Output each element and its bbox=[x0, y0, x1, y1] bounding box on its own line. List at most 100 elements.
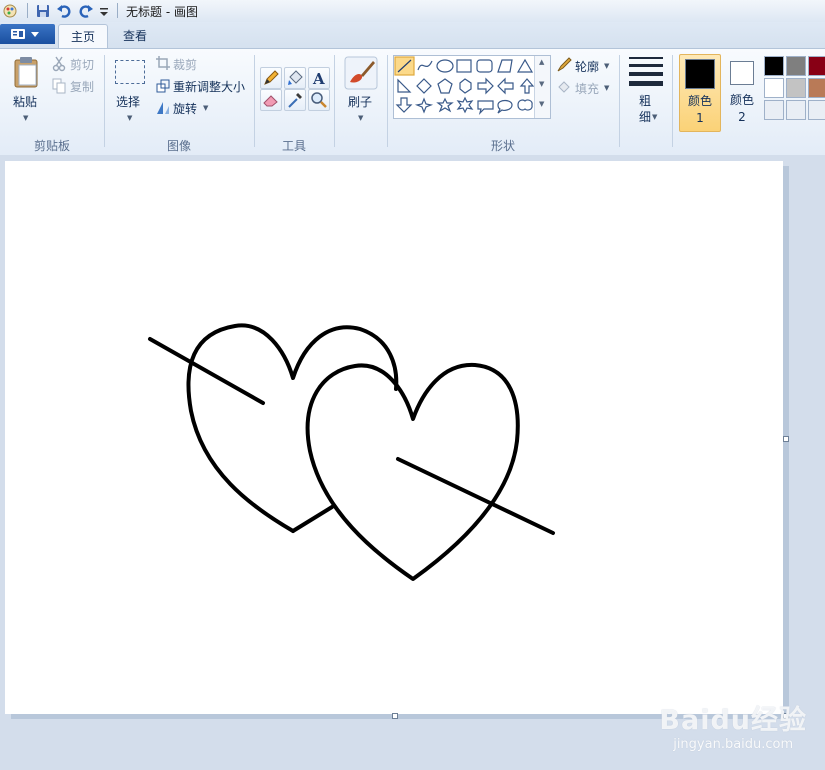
color2-button[interactable]: 颜色 2 bbox=[722, 54, 762, 130]
color1-label: 颜色 1 bbox=[687, 94, 712, 125]
rotate-label: 旋转 bbox=[173, 102, 198, 116]
palette-swatch-custom[interactable] bbox=[786, 100, 806, 120]
customize-toolbar-icon[interactable] bbox=[98, 3, 110, 19]
watermark-brand: Baidu经验 bbox=[659, 705, 807, 736]
pencil-icon bbox=[264, 70, 279, 85]
fill-bucket-small-icon bbox=[558, 81, 570, 93]
line-width-icon bbox=[629, 57, 663, 86]
text-icon: A bbox=[312, 70, 325, 88]
size-button[interactable]: 粗细 ▼ bbox=[625, 53, 669, 129]
resize-button[interactable]: 重新调整大小 bbox=[154, 77, 250, 95]
paste-dropdown-icon: ▼ bbox=[23, 114, 29, 122]
brushes-label: 刷子 bbox=[348, 95, 373, 109]
gallery-expand-icon[interactable]: ▼ bbox=[539, 100, 544, 108]
svg-text:A: A bbox=[312, 70, 325, 88]
pencil-button[interactable] bbox=[260, 67, 282, 89]
outline-dropdown-icon: ▼ bbox=[604, 62, 610, 70]
heart-left-tail bbox=[291, 505, 334, 533]
palette-swatch-custom[interactable] bbox=[808, 100, 825, 120]
rotate-icon bbox=[157, 102, 169, 114]
outline-brush-icon bbox=[557, 57, 572, 72]
shapes-gallery: ▲ ▼ ▼ bbox=[393, 55, 551, 119]
fill-bucket-button[interactable] bbox=[284, 67, 306, 89]
palette-swatch-light-gray[interactable] bbox=[786, 78, 806, 98]
ribbon-tab-row: 主页 查看 bbox=[0, 22, 825, 49]
text-button[interactable]: A bbox=[308, 67, 330, 89]
outline-label: 轮廓 bbox=[575, 60, 600, 74]
copy-label: 复制 bbox=[70, 80, 95, 94]
cut-button[interactable]: 剪切 bbox=[50, 55, 98, 73]
undo-icon[interactable] bbox=[56, 3, 72, 19]
canvas-area: Baidu经验 jingyan.baidu.com bbox=[0, 155, 825, 770]
tools-group-label: 工具 bbox=[281, 139, 306, 153]
scissors-icon bbox=[52, 56, 66, 72]
watermark: Baidu经验 jingyan.baidu.com bbox=[659, 698, 807, 752]
color2-swatch bbox=[730, 61, 754, 85]
magnifier-button[interactable] bbox=[308, 89, 330, 111]
fill-dropdown-icon: ▼ bbox=[604, 84, 610, 92]
shapes-scrollbar[interactable]: ▲ ▼ ▼ bbox=[534, 56, 550, 118]
brush-icon bbox=[344, 56, 378, 90]
palette-swatch-white[interactable] bbox=[764, 78, 784, 98]
select-icon bbox=[115, 60, 145, 84]
window-title: 无标题 - 画图 bbox=[126, 5, 198, 19]
watermark-url: jingyan.baidu.com bbox=[673, 737, 794, 752]
fill-label: 填充 bbox=[575, 82, 600, 96]
tab-home[interactable]: 主页 bbox=[58, 24, 109, 49]
color2-label: 颜色 2 bbox=[729, 93, 754, 124]
save-icon[interactable] bbox=[35, 3, 51, 19]
crop-label: 裁剪 bbox=[173, 58, 198, 72]
select-button[interactable]: 选择 ▼ bbox=[110, 53, 150, 125]
title-bar: 无标题 - 画图 bbox=[0, 0, 825, 23]
heart-right bbox=[305, 362, 520, 581]
scroll-up-icon[interactable]: ▲ bbox=[539, 58, 544, 66]
redo-icon[interactable] bbox=[78, 3, 94, 19]
paste-button[interactable]: 粘贴 ▼ bbox=[6, 53, 46, 125]
select-label: 选择 bbox=[116, 95, 141, 109]
resize-handle-bottom[interactable] bbox=[392, 713, 398, 719]
palette-swatch-gray[interactable] bbox=[786, 56, 806, 76]
color-picker-button[interactable] bbox=[284, 89, 306, 111]
image-group-label: 图像 bbox=[166, 139, 191, 153]
resize-handle-right[interactable] bbox=[783, 436, 789, 442]
resize-label: 重新调整大小 bbox=[173, 80, 246, 94]
cut-label: 剪切 bbox=[70, 58, 95, 72]
brushes-dropdown-icon: ▼ bbox=[358, 114, 364, 122]
select-dropdown-icon: ▼ bbox=[127, 114, 133, 122]
rotate-button[interactable]: 旋转 ▼ bbox=[154, 99, 214, 117]
eraser-button[interactable] bbox=[260, 89, 282, 111]
rotate-dropdown-icon: ▼ bbox=[203, 104, 209, 112]
palette-swatch-black[interactable] bbox=[764, 56, 784, 76]
scroll-down-icon[interactable]: ▼ bbox=[539, 80, 544, 88]
crop-button[interactable]: 裁剪 bbox=[154, 55, 214, 73]
copy-icon bbox=[52, 78, 66, 94]
color-picker-icon bbox=[288, 93, 302, 108]
palette-swatch-brown[interactable] bbox=[808, 78, 825, 98]
ribbon: 粘贴 ▼ 剪切 复制 剪贴板 选择 ▼ 裁剪 重新调整大小 旋转 ▼ 图像 A … bbox=[0, 48, 825, 156]
clipboard-group-label: 剪贴板 bbox=[33, 139, 70, 153]
color1-swatch bbox=[685, 59, 715, 89]
brushes-button[interactable]: 刷子 ▼ bbox=[340, 53, 382, 125]
outline-button[interactable]: 轮廓 ▼ bbox=[556, 57, 614, 75]
paste-label: 粘贴 bbox=[13, 95, 38, 109]
palette-swatch-custom[interactable] bbox=[764, 100, 784, 120]
heart-left bbox=[186, 323, 399, 533]
palette-swatch-dark-red[interactable] bbox=[808, 56, 825, 76]
color1-button[interactable]: 颜色 1 bbox=[679, 54, 721, 132]
paste-icon bbox=[14, 57, 38, 88]
paint-app-icon[interactable] bbox=[2, 3, 18, 19]
copy-button[interactable]: 复制 bbox=[50, 77, 98, 95]
size-dropdown-icon: ▼ bbox=[652, 113, 658, 121]
arrow-left bbox=[148, 337, 265, 405]
shapes-group-label: 形状 bbox=[490, 139, 515, 153]
shapes-gallery-grid bbox=[394, 56, 535, 115]
crop-icon bbox=[156, 56, 170, 70]
tab-view[interactable]: 查看 bbox=[111, 24, 159, 48]
fill-bucket-icon bbox=[288, 70, 303, 85]
drawing-canvas[interactable] bbox=[5, 161, 783, 714]
drawing bbox=[148, 323, 555, 581]
fill-button[interactable]: 填充 ▼ bbox=[556, 79, 614, 97]
eraser-icon bbox=[263, 95, 278, 107]
menu-icon bbox=[11, 29, 39, 39]
app-menu-button[interactable] bbox=[0, 24, 55, 44]
